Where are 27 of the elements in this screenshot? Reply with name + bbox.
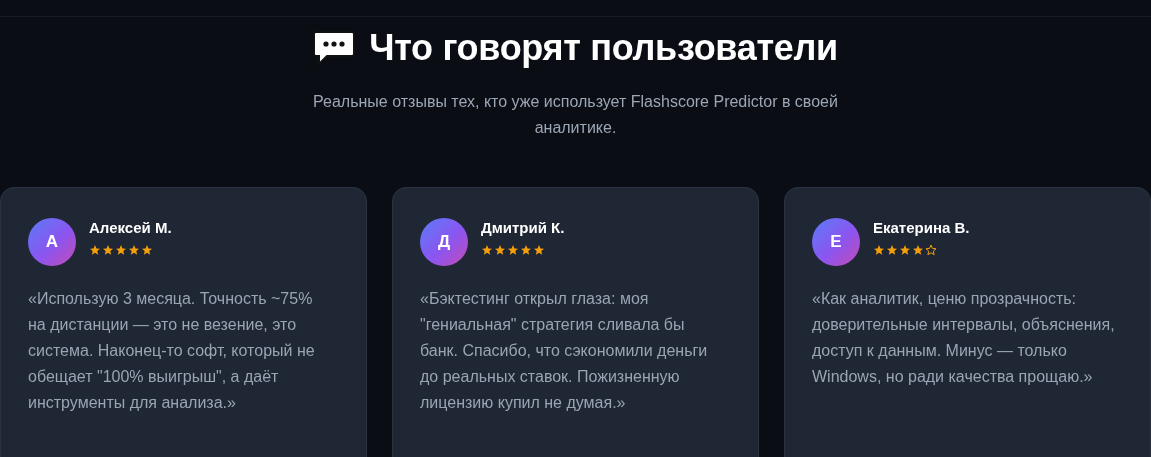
star-icon bbox=[89, 244, 101, 256]
empty-star-icon bbox=[925, 244, 937, 256]
reviewer-name: Дмитрий К. bbox=[481, 219, 565, 236]
star-icon bbox=[520, 244, 532, 256]
speech-bubble-icon bbox=[313, 30, 356, 66]
review-text: «Бэктестинг открыл глаза: моя "гениальная" стратегия сливала бы банк. Спасибо, что сэкономили деньги до реальных ставок. Пожизненную лицензию купил не думая.» bbox=[420, 289, 709, 413]
star-icon bbox=[912, 244, 924, 256]
avatar: Е bbox=[812, 218, 860, 266]
section-title: Что говорят пользователи bbox=[369, 27, 838, 69]
star-icon bbox=[128, 244, 140, 256]
reviewer-name: Екатерина В. bbox=[873, 219, 970, 236]
star-icon bbox=[102, 244, 114, 256]
review-text: «Как аналитик, ценю прозрачность: доверительные интервалы, объяснения, доступ к данным. Минус — только Windows, но ради качества прощаю.» bbox=[812, 289, 1116, 387]
star-icon bbox=[873, 244, 885, 256]
review-text: «Использую 3 месяца. Точность ~75% на дистанции — это не везение, это система. Наконец-то софт, который не обещает "100% выигрыш", а даёт инструменты для анализа.» bbox=[28, 289, 316, 413]
star-icon bbox=[507, 244, 519, 256]
star-icon bbox=[115, 244, 127, 256]
star-icon bbox=[886, 244, 898, 256]
section-subtitle: Реальные отзывы тех, кто уже использует Flashscore Predictor в своей аналитике. bbox=[312, 92, 839, 138]
avatar: А bbox=[28, 218, 76, 266]
star-icon bbox=[494, 244, 506, 256]
star-icon bbox=[141, 244, 153, 256]
star-icon bbox=[899, 244, 911, 256]
star-icon bbox=[533, 244, 545, 256]
avatar: Д bbox=[420, 218, 468, 266]
reviewer-name: Алексей М. bbox=[89, 219, 172, 236]
star-icon bbox=[481, 244, 493, 256]
